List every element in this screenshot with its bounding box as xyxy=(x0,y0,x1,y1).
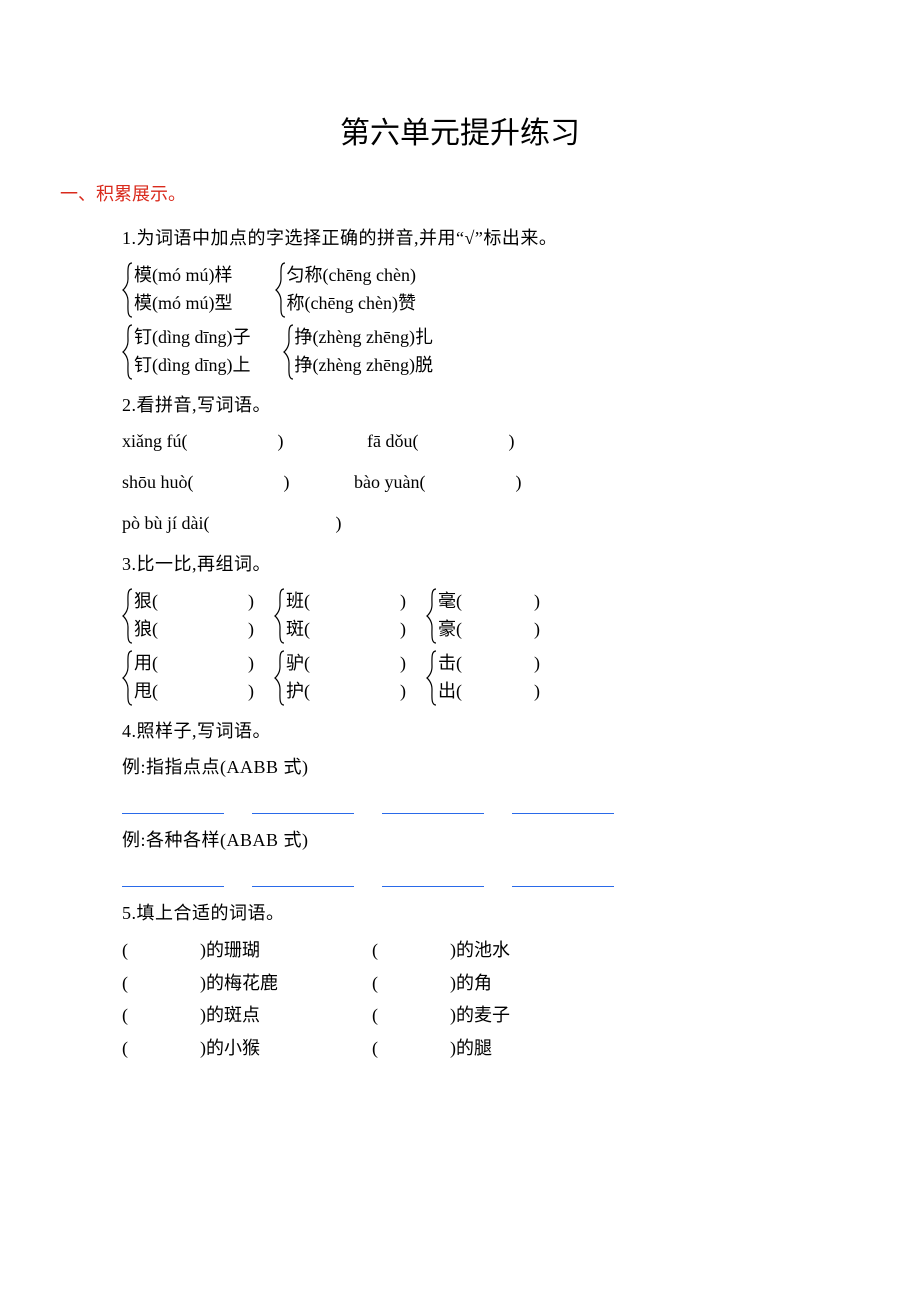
q3-r2c1a: 用( ) xyxy=(134,650,254,678)
fill-blank[interactable] xyxy=(252,794,354,814)
q3-text: 比一比,再组词。 xyxy=(137,554,272,574)
q5-fill-4a: ( )的小猴 xyxy=(122,1034,372,1063)
fill-blank[interactable] xyxy=(122,867,224,887)
q3-group-5: 驴( )护( ) xyxy=(274,649,406,707)
left-brace-icon xyxy=(274,649,286,707)
q3-r2c2b: 护( ) xyxy=(286,678,406,706)
left-brace-icon xyxy=(275,261,287,319)
q5-fill-1b: ( )的池水 xyxy=(372,940,510,960)
left-brace-icon xyxy=(426,587,438,645)
left-brace-icon xyxy=(122,323,134,381)
fill-blank[interactable] xyxy=(252,867,354,887)
page-title: 第六单元提升练习 xyxy=(60,110,860,158)
q1-r1c2b: 称(chēng chèn)赞 xyxy=(287,290,416,318)
q3-r2c3b: 出( ) xyxy=(438,678,540,706)
section-heading: 一、积累展示。 xyxy=(60,180,860,209)
question-4: 4.照样子,写词语。 xyxy=(122,717,860,746)
section-heading-text: 积累展示。 xyxy=(96,184,186,204)
q2-fill-1a: xiǎng fú( ) xyxy=(122,427,367,456)
question-5: 5.填上合适的词语。 xyxy=(122,899,860,928)
question-1: 1.为词语中加点的字选择正确的拼音,并用“√”标出来。 xyxy=(122,224,860,253)
left-brace-icon xyxy=(122,649,134,707)
q1-r2c2b: 挣(zhèng zhēng)脱 xyxy=(295,352,433,380)
q3-r2c1b: 甩( ) xyxy=(134,678,254,706)
q4-example1: 例:指指点点(AABB 式) xyxy=(122,753,860,782)
q2-num: 2. xyxy=(122,395,137,415)
q1-num: 1. xyxy=(122,228,137,248)
q3-group-1: 狠( )狼( ) xyxy=(122,587,254,645)
q4-num: 4. xyxy=(122,721,137,741)
q1-text: 为词语中加点的字选择正确的拼音,并用“√”标出来。 xyxy=(137,228,558,248)
content: 1.为词语中加点的字选择正确的拼音,并用“√”标出来。 模(mó mú)样模(m… xyxy=(122,224,860,1063)
fill-blank[interactable] xyxy=(382,867,484,887)
q1-r2c1a: 钉(dìng dīng)子 xyxy=(134,324,251,352)
q1-r1c2a: 匀称(chēng chèn) xyxy=(287,262,416,290)
brace-group-1: 模(mó mú)样模(mó mú)型 xyxy=(122,261,233,319)
q3-group-2: 班( )斑( ) xyxy=(274,587,406,645)
q3-r2c2a: 驴( ) xyxy=(286,650,406,678)
q3-r1c2b: 斑( ) xyxy=(286,616,406,644)
left-brace-icon xyxy=(274,587,286,645)
q2-text: 看拼音,写词语。 xyxy=(137,395,272,415)
q3-r1c1a: 狠( ) xyxy=(134,588,254,616)
q5-text: 填上合适的词语。 xyxy=(137,903,285,923)
q2-fill-2a: shōu huò( ) xyxy=(122,468,354,497)
left-brace-icon xyxy=(426,649,438,707)
q5-fill-4b: ( )的腿 xyxy=(372,1038,492,1058)
left-brace-icon xyxy=(122,261,134,319)
q1-r1c1a: 模(mó mú)样 xyxy=(134,262,233,290)
q3-r1c3a: 毫( ) xyxy=(438,588,540,616)
q4-blanks-1 xyxy=(122,794,860,814)
brace-group-2: 匀称(chēng chèn)称(chēng chèn)赞 xyxy=(275,261,416,319)
section-number: 一、 xyxy=(60,184,96,204)
question-3: 3.比一比,再组词。 xyxy=(122,550,860,579)
q3-r1c2a: 班( ) xyxy=(286,588,406,616)
q5-fill-3a: ( )的斑点 xyxy=(122,1001,372,1030)
fill-blank[interactable] xyxy=(512,794,614,814)
q5-fill-1a: ( )的珊瑚 xyxy=(122,936,372,965)
q4-blanks-2 xyxy=(122,867,860,887)
q3-group-6: 击( )出( ) xyxy=(426,649,540,707)
q3-num: 3. xyxy=(122,554,137,574)
q3-group-3: 毫( )豪( ) xyxy=(426,587,540,645)
q1-r2c1b: 钉(dìng dīng)上 xyxy=(134,352,251,380)
fill-blank[interactable] xyxy=(382,794,484,814)
q5-num: 5. xyxy=(122,903,137,923)
brace-group-4: 挣(zhèng zhēng)扎挣(zhèng zhēng)脱 xyxy=(283,323,433,381)
q3-group-4: 用( )甩( ) xyxy=(122,649,254,707)
q4-example2: 例:各种各样(ABAB 式) xyxy=(122,826,860,855)
q3-r2c3a: 击( ) xyxy=(438,650,540,678)
q5-fill-2b: ( )的角 xyxy=(372,973,492,993)
q2-fill-2b: bào yuàn( ) xyxy=(354,472,521,492)
question-2: 2.看拼音,写词语。 xyxy=(122,391,860,420)
q1-r2c2a: 挣(zhèng zhēng)扎 xyxy=(295,324,433,352)
q1-r1c1b: 模(mó mú)型 xyxy=(134,290,233,318)
q3-r1c3b: 豪( ) xyxy=(438,616,540,644)
left-brace-icon xyxy=(122,587,134,645)
brace-group-3: 钉(dìng dīng)子钉(dìng dīng)上 xyxy=(122,323,251,381)
q5-fill-3b: ( )的麦子 xyxy=(372,1005,510,1025)
q5-fill-2a: ( )的梅花鹿 xyxy=(122,969,372,998)
q4-text: 照样子,写词语。 xyxy=(137,721,272,741)
q2-fill-3: pò bù jí dài( ) xyxy=(122,509,860,538)
q2-fill-1b: fā dǒu( ) xyxy=(367,431,514,451)
left-brace-icon xyxy=(283,323,295,381)
fill-blank[interactable] xyxy=(122,794,224,814)
fill-blank[interactable] xyxy=(512,867,614,887)
q3-r1c1b: 狼( ) xyxy=(134,616,254,644)
